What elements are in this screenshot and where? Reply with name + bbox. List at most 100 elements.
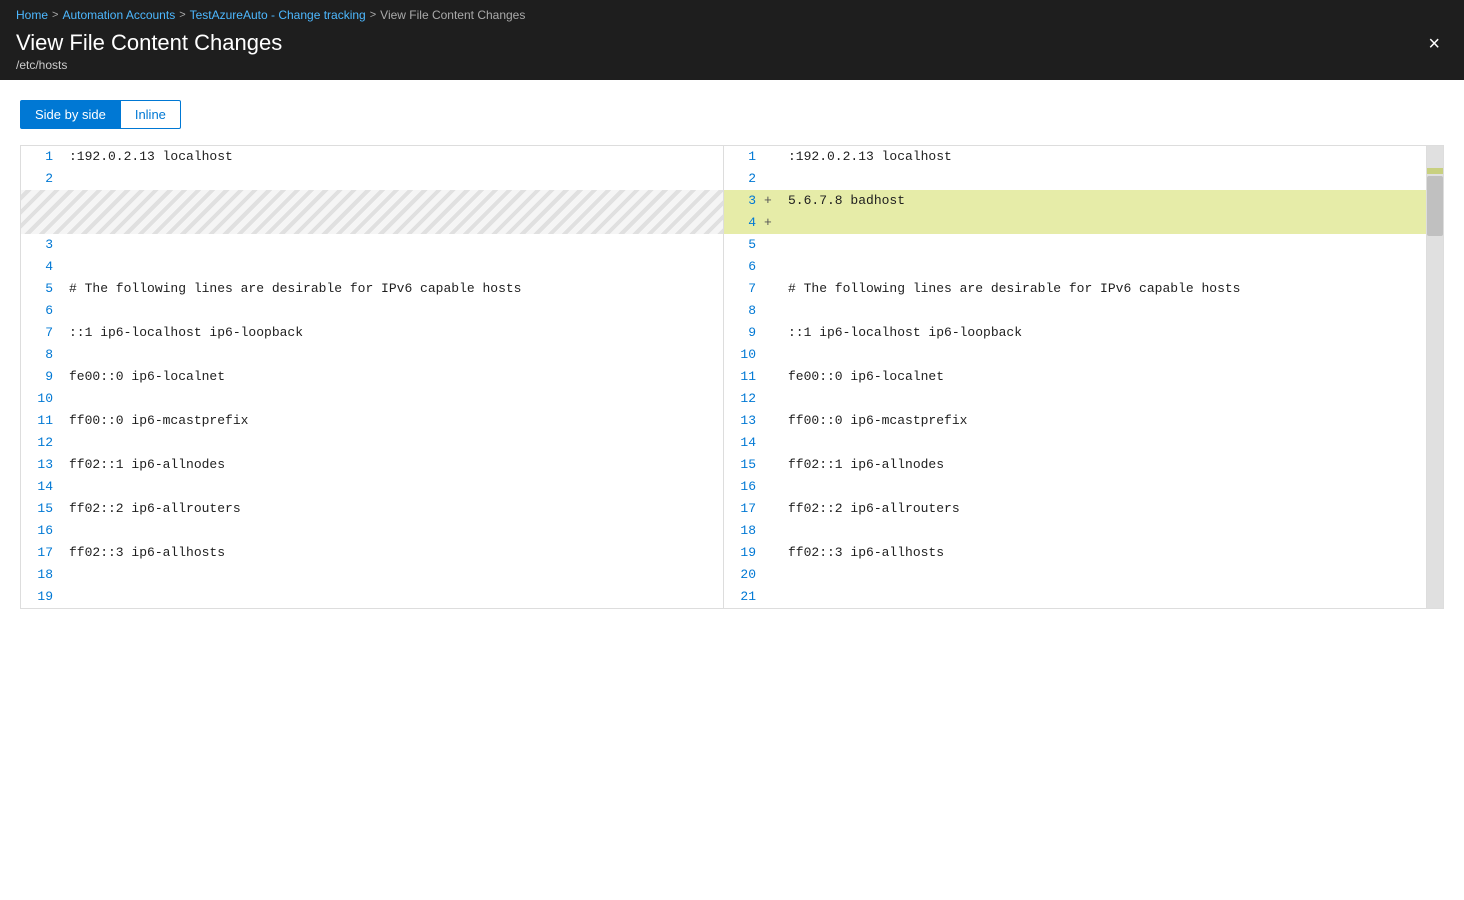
- line-content: ::1 ip6-localhost ip6-loopback: [780, 322, 1426, 344]
- diff-line: 9::1 ip6-localhost ip6-loopback: [724, 322, 1426, 344]
- line-num: 4: [724, 212, 764, 234]
- line-num: 10: [724, 344, 764, 366]
- line-content: ff00::0 ip6-mcastprefix: [780, 410, 1426, 432]
- diff-line: 17ff02::3 ip6-allhosts: [21, 542, 723, 564]
- line-num: 18: [724, 520, 764, 542]
- line-content: # The following lines are desirable for …: [61, 278, 723, 300]
- line-num: 16: [724, 476, 764, 498]
- line-num: 17: [724, 498, 764, 520]
- line-num: 13: [724, 410, 764, 432]
- line-num: 14: [21, 476, 61, 498]
- close-button[interactable]: ×: [1420, 30, 1448, 58]
- line-num: 10: [21, 388, 61, 410]
- line-num: 3: [21, 234, 61, 256]
- header: Home > Automation Accounts > TestAzureAu…: [0, 0, 1464, 80]
- diff-line: 6: [724, 256, 1426, 278]
- breadcrumb: Home > Automation Accounts > TestAzureAu…: [0, 0, 1464, 26]
- diff-line: 10: [724, 344, 1426, 366]
- line-num: 15: [21, 498, 61, 520]
- line-num: 19: [21, 586, 61, 608]
- line-content: ff02::3 ip6-allhosts: [780, 542, 1426, 564]
- breadcrumb-home[interactable]: Home: [16, 8, 48, 22]
- diff-line: 17ff02::2 ip6-allrouters: [724, 498, 1426, 520]
- line-content: 5.6.7.8 badhost: [780, 190, 1426, 212]
- diff-line: 14: [724, 432, 1426, 454]
- diff-line: 12: [724, 388, 1426, 410]
- diff-line-hatch: [21, 190, 723, 234]
- line-content: ::1 ip6-localhost ip6-loopback: [61, 322, 723, 344]
- breadcrumb-current: View File Content Changes: [380, 8, 525, 22]
- diff-line: 6: [21, 300, 723, 322]
- line-num: 5: [21, 278, 61, 300]
- diff-line: 3: [21, 234, 723, 256]
- line-content: # The following lines are desirable for …: [780, 278, 1426, 300]
- line-num: 1: [724, 146, 764, 168]
- scrollbar-track[interactable]: [1427, 146, 1443, 608]
- line-num: 6: [21, 300, 61, 322]
- line-num: 8: [724, 300, 764, 322]
- line-content: :192.0.2.13 localhost: [780, 146, 1426, 168]
- line-content: ff02::1 ip6-allnodes: [61, 454, 723, 476]
- diff-line: 16: [724, 476, 1426, 498]
- breadcrumb-tracking[interactable]: TestAzureAuto - Change tracking: [190, 8, 366, 22]
- main-content: Side by side Inline 1:192.0.2.13 localho…: [0, 80, 1464, 900]
- side-by-side-button[interactable]: Side by side: [20, 100, 121, 129]
- line-num: 8: [21, 344, 61, 366]
- line-content: ff02::1 ip6-allnodes: [780, 454, 1426, 476]
- title-row: View File Content Changes /etc/hosts ×: [0, 26, 1464, 80]
- diff-line: 7::1 ip6-localhost ip6-loopback: [21, 322, 723, 344]
- breadcrumb-sep3: >: [370, 9, 376, 21]
- diff-line: 1 :192.0.2.13 localhost: [724, 146, 1426, 168]
- line-content: ff00::0 ip6-mcastprefix: [61, 410, 723, 432]
- line-num: 12: [724, 388, 764, 410]
- diff-line: 3+5.6.7.8 badhost: [724, 190, 1426, 212]
- line-content: ff02::2 ip6-allrouters: [61, 498, 723, 520]
- line-num: 9: [724, 322, 764, 344]
- breadcrumb-sep2: >: [179, 9, 185, 21]
- diff-line: 13 ff00::0 ip6-mcastprefix: [724, 410, 1426, 432]
- left-pane[interactable]: 1:192.0.2.13 localhost2 345# The followin…: [21, 146, 724, 608]
- line-num: 9: [21, 366, 61, 388]
- line-num: 3: [724, 190, 764, 212]
- inline-button[interactable]: Inline: [121, 100, 181, 129]
- diff-line: 5: [724, 234, 1426, 256]
- line-content: :192.0.2.13 localhost: [61, 146, 723, 168]
- line-num: 21: [724, 586, 764, 608]
- line-num: 15: [724, 454, 764, 476]
- diff-line: 8: [21, 344, 723, 366]
- line-num: 18: [21, 564, 61, 586]
- diff-line: 1:192.0.2.13 localhost: [21, 146, 723, 168]
- diff-container: 1:192.0.2.13 localhost2345# The followin…: [20, 145, 1444, 609]
- diff-line: 14: [21, 476, 723, 498]
- diff-line: 2: [21, 168, 723, 190]
- diff-line: 21: [724, 586, 1426, 608]
- line-num: 14: [724, 432, 764, 454]
- diff-line: 11fe00::0 ip6-localnet: [724, 366, 1426, 388]
- diff-line: 11ff00::0 ip6-mcastprefix: [21, 410, 723, 432]
- scrollbar-thumb[interactable]: [1427, 176, 1443, 236]
- diff-line: 16: [21, 520, 723, 542]
- page-title: View File Content Changes: [16, 30, 282, 56]
- diff-line: 18: [21, 564, 723, 586]
- diff-line: 10: [21, 388, 723, 410]
- diff-line: 2: [724, 168, 1426, 190]
- breadcrumb-automation[interactable]: Automation Accounts: [62, 8, 175, 22]
- diff-line: 19ff02::3 ip6-allhosts: [724, 542, 1426, 564]
- diff-line: 12: [21, 432, 723, 454]
- scrollbar-marker: [1427, 168, 1443, 174]
- view-toggle: Side by side Inline: [20, 100, 1444, 129]
- line-num: 7: [724, 278, 764, 300]
- diff-line: 20: [724, 564, 1426, 586]
- diff-line: 19: [21, 586, 723, 608]
- title-block: View File Content Changes /etc/hosts: [16, 30, 282, 72]
- diff-line: 15 ff02::1 ip6-allnodes: [724, 454, 1426, 476]
- diff-line: 7 # The following lines are desirable for…: [724, 278, 1426, 300]
- right-pane[interactable]: 1 :192.0.2.13 localhost23+5.6.7.8 badhost…: [724, 146, 1427, 608]
- diff-line: 15ff02::2 ip6-allrouters: [21, 498, 723, 520]
- line-content: fe00::0 ip6-localnet: [780, 366, 1426, 388]
- line-num: 17: [21, 542, 61, 564]
- line-num: 7: [21, 322, 61, 344]
- line-num: 4: [21, 256, 61, 278]
- page-subtitle: /etc/hosts: [16, 58, 282, 72]
- diff-line: 4: [21, 256, 723, 278]
